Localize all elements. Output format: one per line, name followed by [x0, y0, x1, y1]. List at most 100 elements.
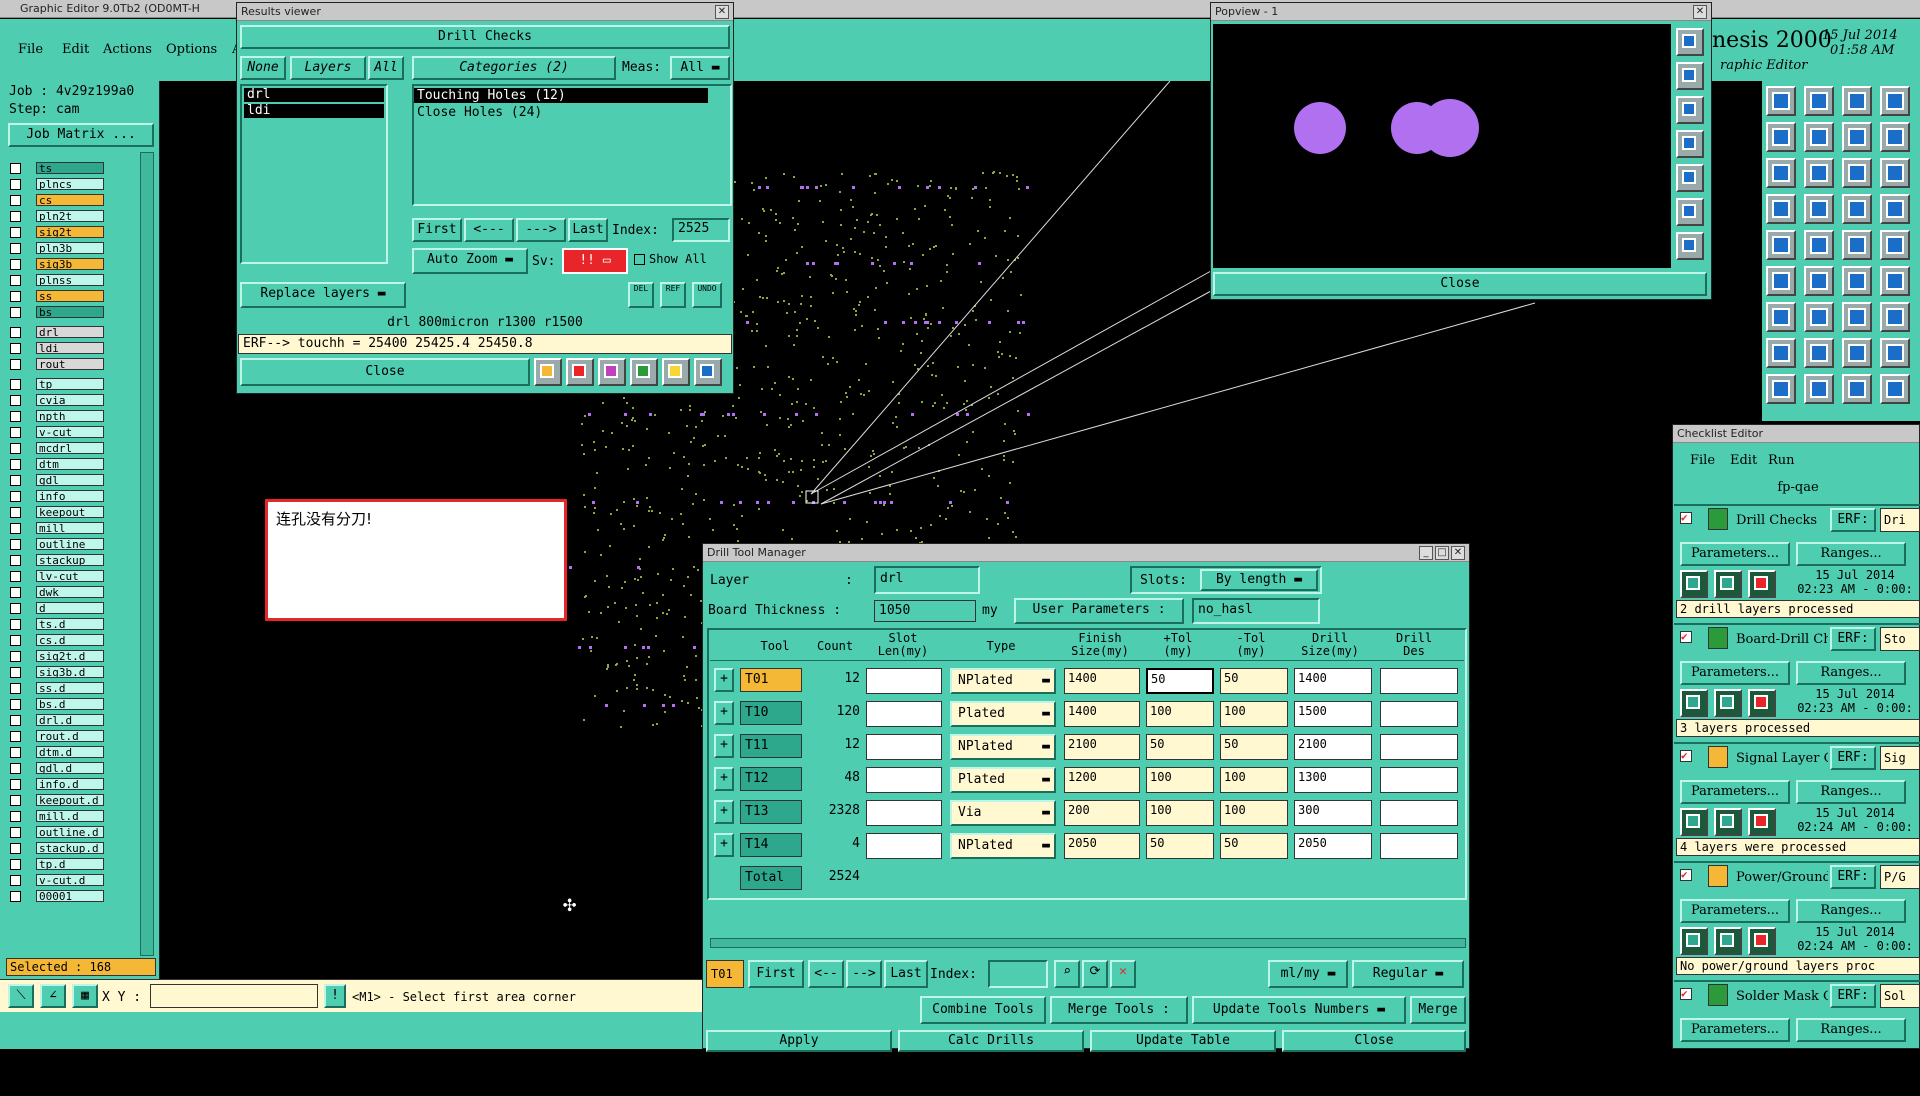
menu-file[interactable]: File — [18, 42, 43, 57]
finish-size-input[interactable]: 200 — [1064, 800, 1140, 826]
toolbar-icon[interactable] — [1766, 302, 1796, 332]
replace-layers-button[interactable]: Replace layers ▬ — [240, 282, 406, 308]
delete-icon[interactable]: ✕ — [1110, 960, 1136, 988]
type-select[interactable]: NPlated ▬ — [950, 734, 1056, 760]
finish-size-input[interactable]: 2050 — [1064, 833, 1140, 859]
layer-result-item[interactable]: ldi — [244, 104, 384, 118]
toolbar-icon[interactable] — [1766, 194, 1796, 224]
minus-tol-input[interactable]: 100 — [1220, 701, 1288, 727]
index-field[interactable]: 2525 — [672, 218, 730, 242]
slot-len-input[interactable] — [866, 800, 942, 826]
run-icon[interactable] — [1680, 808, 1708, 836]
run-icon[interactable] — [1680, 927, 1708, 955]
layer-item[interactable]: plnss — [36, 274, 104, 286]
finish-size-input[interactable]: 1400 — [1064, 701, 1140, 727]
toolbar-icon[interactable] — [1766, 266, 1796, 296]
erf-value[interactable]: P/G — [1880, 865, 1920, 889]
layer-checkbox[interactable] — [10, 619, 21, 630]
run-icon[interactable] — [1748, 927, 1776, 955]
layer-item[interactable]: rout — [36, 358, 104, 370]
layer-checkbox[interactable] — [10, 667, 21, 678]
toolbar-icon[interactable] — [1766, 338, 1796, 368]
show-all-checkbox[interactable] — [634, 254, 645, 265]
checklist-item-name[interactable]: Drill Checks — [1736, 513, 1828, 528]
layer-checkbox[interactable] — [10, 343, 21, 354]
layer-checkbox[interactable] — [10, 275, 21, 286]
row-expand-button[interactable]: + — [714, 734, 734, 758]
layer-item[interactable]: lv-cut — [36, 570, 104, 582]
layer-item[interactable]: info.d — [36, 778, 104, 790]
layer-checkbox[interactable] — [10, 571, 21, 582]
layer-item[interactable]: pln2t — [36, 210, 104, 222]
erf-button[interactable]: ERF: — [1830, 984, 1876, 1008]
toolbar-icon[interactable] — [1842, 86, 1872, 116]
first-button[interactable]: First — [412, 218, 462, 242]
menu-options[interactable]: Options — [166, 42, 217, 57]
layer-checkbox[interactable] — [10, 859, 21, 870]
toolbar-icon[interactable] — [1842, 158, 1872, 188]
layer-checkbox[interactable] — [10, 359, 21, 370]
minus-tol-input[interactable]: 50 — [1220, 734, 1288, 760]
erf-value[interactable]: Sig — [1880, 746, 1920, 770]
layer-checkbox[interactable] — [10, 811, 21, 822]
layer-item[interactable]: keepout.d — [36, 794, 104, 806]
layer-item[interactable]: gdl.d — [36, 762, 104, 774]
layer-checkbox[interactable] — [10, 539, 21, 550]
measure-tool-button[interactable]: ⟍ — [8, 984, 34, 1008]
drill-size-input[interactable]: 1500 — [1294, 701, 1372, 727]
layer-checkbox[interactable] — [10, 195, 21, 206]
type-select[interactable]: Via ▬ — [950, 800, 1056, 826]
ranges-button[interactable]: Ranges... — [1796, 661, 1906, 685]
layer-item[interactable]: rout.d — [36, 730, 104, 742]
report-icon[interactable] — [534, 358, 562, 386]
layer-checkbox[interactable] — [10, 179, 21, 190]
layer-item[interactable]: info — [36, 490, 104, 502]
layer-item[interactable]: pln3b — [36, 242, 104, 254]
toolbar-icon[interactable] — [1842, 374, 1872, 404]
toolbar-icon[interactable] — [1804, 122, 1834, 152]
layer-checkbox[interactable] — [10, 891, 21, 902]
refresh-icon[interactable]: ⟳ — [1082, 960, 1108, 988]
run-icon[interactable] — [1714, 927, 1742, 955]
drill-des-input[interactable] — [1380, 833, 1458, 859]
drill-size-input[interactable]: 1400 — [1294, 668, 1372, 694]
minimize-icon[interactable]: _ — [1419, 545, 1433, 560]
auto-zoom-button[interactable]: Auto Zoom ▬ — [412, 248, 528, 274]
all-button[interactable]: All — [368, 56, 404, 80]
tool-cell[interactable]: T14 — [740, 833, 802, 857]
ranges-button[interactable]: Ranges... — [1796, 1018, 1906, 1042]
drill-size-input[interactable]: 2050 — [1294, 833, 1372, 859]
layer-checkbox[interactable] — [10, 555, 21, 566]
units-select[interactable]: ml/my ▬ — [1268, 960, 1348, 988]
toolbar-icon[interactable] — [1804, 158, 1834, 188]
layer-checkbox[interactable] — [10, 259, 21, 270]
list-icon[interactable] — [662, 358, 690, 386]
combine-tools-button[interactable]: Combine Tools — [920, 996, 1046, 1024]
layer-checkbox[interactable] — [10, 827, 21, 838]
layer-item[interactable]: ss — [36, 290, 104, 302]
popview-tool-icon[interactable] — [1676, 96, 1704, 124]
drill-des-input[interactable] — [1380, 701, 1458, 727]
tool-cell[interactable]: T10 — [740, 701, 802, 725]
table-hscrollbar[interactable] — [710, 938, 1466, 948]
toolbar-icon[interactable] — [1804, 194, 1834, 224]
xy-input[interactable] — [150, 984, 318, 1008]
user-parameters-field[interactable]: no_hasl — [1192, 598, 1320, 624]
toolbar-icon[interactable] — [1880, 230, 1910, 260]
last-button[interactable]: Last — [568, 218, 608, 242]
layer-checkbox[interactable] — [10, 763, 21, 774]
update-tools-numbers-select[interactable]: Update Tools Numbers ▬ — [1192, 996, 1406, 1024]
drill-des-input[interactable] — [1380, 734, 1458, 760]
layer-scrollbar[interactable] — [140, 152, 154, 956]
check-icon[interactable]: ✔ — [1680, 631, 1692, 643]
layer-item[interactable]: ts — [36, 162, 104, 174]
parameters-button[interactable]: Parameters... — [1680, 661, 1790, 685]
category-item[interactable]: Close Holes (24) — [414, 105, 542, 120]
layer-result-item[interactable]: drl — [244, 88, 384, 102]
checklist-item-name[interactable]: Board-Drill Che — [1736, 632, 1828, 647]
drill-size-input[interactable]: 1300 — [1294, 767, 1372, 793]
minus-tol-input[interactable]: 50 — [1220, 668, 1288, 694]
layer-item[interactable]: cs.d — [36, 634, 104, 646]
sort-icon[interactable] — [630, 358, 658, 386]
dtm-layer-field[interactable]: drl — [874, 566, 980, 594]
